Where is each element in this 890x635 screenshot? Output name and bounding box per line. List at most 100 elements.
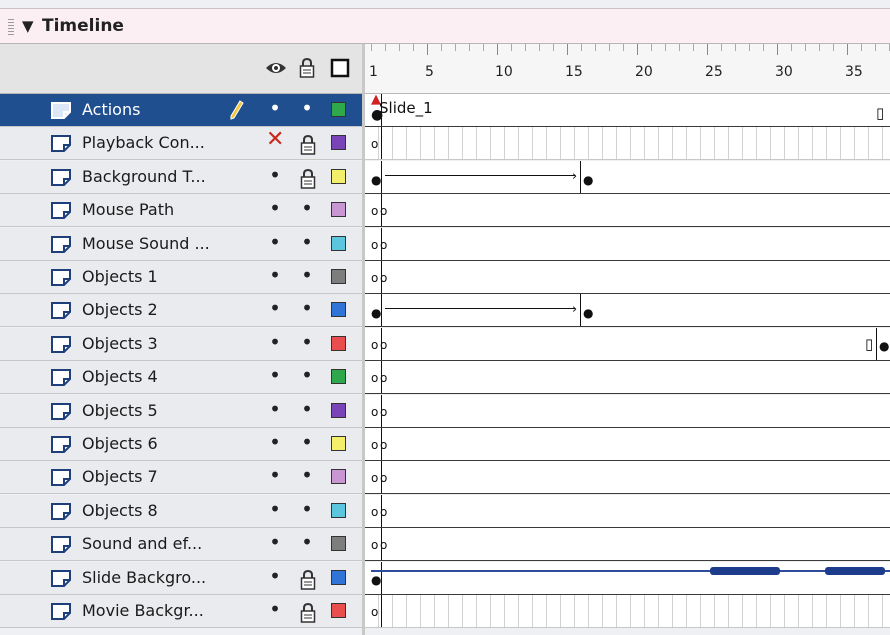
visibility-dot[interactable]: • xyxy=(266,530,284,554)
lock-dot[interactable]: • xyxy=(298,196,316,220)
lock-dot[interactable]: • xyxy=(298,330,316,354)
frame-row[interactable]: oo xyxy=(365,495,890,528)
layer-row[interactable]: Playback Con... ✕ xyxy=(0,127,362,160)
visibility-dot[interactable]: • xyxy=(266,363,284,387)
frame-row[interactable]: oo xyxy=(365,528,890,561)
lock-dot[interactable]: • xyxy=(298,397,316,421)
timeline-titlebar[interactable]: ▼ Timeline xyxy=(0,8,890,44)
visibility-dot[interactable]: • xyxy=(266,564,284,588)
visibility-dot[interactable]: • xyxy=(266,96,284,120)
frame-row[interactable]: oo xyxy=(365,395,890,428)
layer-color-swatch[interactable] xyxy=(331,536,346,551)
frame-ruler[interactable]: 1 5 10 15 20 25 30 35 xyxy=(365,44,890,94)
layer-row[interactable]: Objects 1 • • xyxy=(0,261,362,294)
lock-dot[interactable]: • xyxy=(298,296,316,320)
visibility-dot[interactable]: • xyxy=(266,296,284,320)
visibility-dot[interactable]: • xyxy=(266,196,284,220)
layer-name[interactable]: Background T... xyxy=(82,167,206,186)
visibility-dot[interactable]: • xyxy=(266,597,284,621)
layer-row[interactable]: Objects 2 • • xyxy=(0,294,362,327)
lock-dot[interactable]: • xyxy=(298,230,316,254)
lock-dot[interactable]: • xyxy=(298,463,316,487)
layer-row[interactable]: Actions • • xyxy=(0,94,362,127)
layer-row[interactable]: Mouse Sound ... • • xyxy=(0,228,362,261)
lock-dot[interactable]: • xyxy=(298,263,316,287)
visibility-dot[interactable]: • xyxy=(266,263,284,287)
layer-color-swatch[interactable] xyxy=(331,403,346,418)
visibility-dot[interactable]: • xyxy=(266,330,284,354)
frame-row[interactable]: ▲ Slide_1 ● ▯ xyxy=(365,94,890,127)
layer-row[interactable]: Mouse Path • • xyxy=(0,194,362,227)
layer-name[interactable]: Playback Con... xyxy=(82,133,205,152)
layer-color-swatch[interactable] xyxy=(331,469,346,484)
outline-icon[interactable] xyxy=(330,58,350,78)
lock-icon[interactable] xyxy=(299,58,315,78)
layer-color-swatch[interactable] xyxy=(331,503,346,518)
layer-name[interactable]: Objects 6 xyxy=(82,434,158,453)
frame-row[interactable]: o xyxy=(365,127,890,160)
layer-color-swatch[interactable] xyxy=(331,603,346,618)
layer-color-swatch[interactable] xyxy=(331,302,346,317)
lock-icon[interactable] xyxy=(300,169,316,189)
layer-color-swatch[interactable] xyxy=(331,436,346,451)
visibility-dot[interactable]: • xyxy=(266,430,284,454)
layer-name[interactable]: Objects 8 xyxy=(82,501,158,520)
layer-name[interactable]: Objects 4 xyxy=(82,367,158,386)
lock-icon[interactable] xyxy=(300,603,316,623)
layer-color-swatch[interactable] xyxy=(331,236,346,251)
layer-name[interactable]: Mouse Path xyxy=(82,200,174,219)
lock-dot[interactable]: • xyxy=(298,497,316,521)
layer-name[interactable]: Objects 1 xyxy=(82,267,158,286)
layer-name[interactable]: Objects 7 xyxy=(82,467,158,486)
lock-icon[interactable] xyxy=(300,135,316,155)
layer-row[interactable]: Movie Backgr... • xyxy=(0,595,362,628)
frame-row[interactable]: o xyxy=(365,595,890,628)
frame-row[interactable]: oo xyxy=(365,228,890,261)
drag-grip-icon[interactable] xyxy=(8,19,14,35)
visibility-dot[interactable]: • xyxy=(266,497,284,521)
layer-name[interactable]: Actions xyxy=(82,100,140,119)
frame-row[interactable]: oo xyxy=(365,361,890,394)
frame-row[interactable]: ● xyxy=(365,562,890,595)
frame-row[interactable]: oo xyxy=(365,261,890,294)
layer-name[interactable]: Sound and ef... xyxy=(82,534,202,553)
layer-row[interactable]: Objects 6 • • xyxy=(0,428,362,461)
layer-color-swatch[interactable] xyxy=(331,369,346,384)
frame-row[interactable]: o o ▯ ● xyxy=(365,328,890,361)
layer-row[interactable]: Background T... • xyxy=(0,161,362,194)
layer-color-swatch[interactable] xyxy=(331,102,346,117)
frame-row[interactable]: oo xyxy=(365,194,890,227)
lock-dot[interactable]: • xyxy=(298,96,316,120)
layer-row[interactable]: Objects 7 • • xyxy=(0,461,362,494)
layer-name[interactable]: Objects 2 xyxy=(82,300,158,319)
lock-icon[interactable] xyxy=(300,570,316,590)
visibility-dot[interactable]: • xyxy=(266,397,284,421)
layer-color-swatch[interactable] xyxy=(331,570,346,585)
layer-color-swatch[interactable] xyxy=(331,202,346,217)
layer-name[interactable]: Objects 5 xyxy=(82,401,158,420)
visibility-dot[interactable]: • xyxy=(266,463,284,487)
hidden-x-icon[interactable]: ✕ xyxy=(266,127,284,152)
layer-name[interactable]: Movie Backgr... xyxy=(82,601,204,620)
layer-color-swatch[interactable] xyxy=(331,169,346,184)
lock-dot[interactable]: • xyxy=(298,430,316,454)
frame-row[interactable]: oo xyxy=(365,461,890,494)
layer-row[interactable]: Objects 3 • • xyxy=(0,328,362,361)
layer-name[interactable]: Slide Backgro... xyxy=(82,568,206,587)
layer-row[interactable]: Slide Backgro... • xyxy=(0,562,362,595)
collapse-triangle-icon[interactable]: ▼ xyxy=(22,17,34,35)
lock-dot[interactable]: • xyxy=(298,530,316,554)
layer-row[interactable]: Objects 5 • • xyxy=(0,395,362,428)
eye-icon[interactable] xyxy=(264,58,288,78)
lock-dot[interactable]: • xyxy=(298,363,316,387)
layer-color-swatch[interactable] xyxy=(331,269,346,284)
visibility-dot[interactable]: • xyxy=(266,163,284,187)
frame-row[interactable]: oo xyxy=(365,428,890,461)
layer-color-swatch[interactable] xyxy=(331,135,346,150)
frame-row[interactable]: ● › ● xyxy=(365,294,890,327)
frame-row[interactable]: ● › ● xyxy=(365,161,890,194)
layer-name[interactable]: Objects 3 xyxy=(82,334,158,353)
layer-row[interactable]: Objects 4 • • xyxy=(0,361,362,394)
layer-row[interactable]: Objects 8 • • xyxy=(0,495,362,528)
layer-name[interactable]: Mouse Sound ... xyxy=(82,234,210,253)
